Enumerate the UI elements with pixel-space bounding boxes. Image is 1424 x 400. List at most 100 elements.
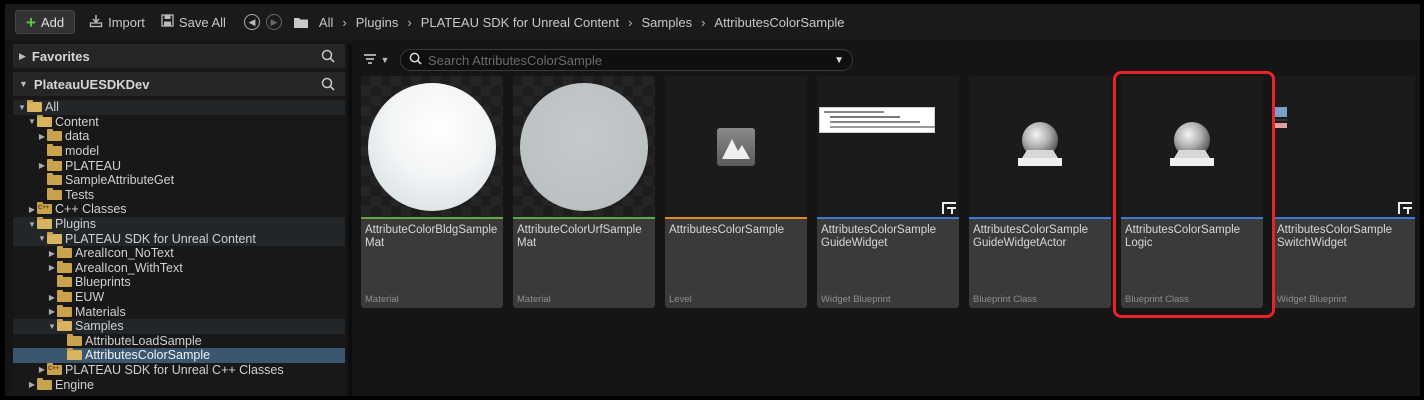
cpp-folder-icon	[47, 362, 62, 375]
tree-item[interactable]: Tests	[13, 187, 345, 203]
tree-item[interactable]: ▼ All	[13, 100, 345, 115]
breadcrumb-item[interactable]: All	[313, 15, 339, 30]
folder-icon	[67, 333, 82, 346]
asset-tile[interactable]: AttributeColorUrfSample Mat Material	[513, 76, 655, 308]
chevron-down-icon[interactable]: ▼	[47, 322, 57, 331]
chevron-right-icon[interactable]: ▶	[47, 293, 57, 302]
chevron-right-icon[interactable]: ›	[339, 15, 349, 30]
tree-item[interactable]: ▼ Samples	[13, 318, 345, 334]
chevron-right-icon[interactable]: ›	[698, 15, 708, 30]
asset-type-strip	[361, 217, 503, 219]
back-arrow-icon[interactable]: ◀	[243, 14, 260, 30]
folder-icon	[47, 187, 62, 200]
asset-tile[interactable]: AttributesColorSample Level	[665, 76, 807, 308]
chevron-down-icon[interactable]: ▼	[17, 103, 27, 112]
folder-icon	[37, 114, 52, 127]
chevron-right-icon[interactable]: ▶	[27, 205, 37, 214]
widget-blueprint-icon	[1398, 202, 1412, 214]
save-all-button[interactable]: Save All	[153, 10, 234, 34]
asset-tile[interactable]: AttributesColorSample GuideWidget Widget …	[817, 76, 959, 308]
asset-type: Material	[365, 294, 399, 305]
asset-type: Level	[669, 294, 692, 305]
tree-item[interactable]: ▶ ArealIcon_NoText	[13, 246, 345, 261]
asset-name: AttributeColorUrfSample Mat	[517, 224, 642, 249]
tree-item[interactable]: ▶ EUW	[13, 290, 345, 305]
chevron-down-icon[interactable]: ▼	[27, 220, 37, 229]
chevron-right-icon[interactable]: ▶	[47, 263, 57, 272]
forward-arrow-icon[interactable]: ▶	[265, 14, 282, 30]
folder-icon	[293, 16, 309, 29]
tree-item-label: AttributeLoadSample	[85, 333, 202, 348]
tree-item-label: model	[65, 144, 100, 159]
chevron-right-icon[interactable]: ▶	[37, 161, 47, 170]
chevron-right-icon[interactable]: ▶	[37, 365, 47, 374]
asset-type: Material	[517, 294, 551, 305]
breadcrumb-item[interactable]: Samples	[635, 15, 698, 30]
asset-type-strip	[817, 217, 959, 219]
tree-item[interactable]: ▶ PLATEAU SDK for Unreal C++ Classes	[13, 362, 345, 378]
tree-item[interactable]: ▶ ArealIcon_WithText	[13, 260, 345, 276]
level-icon	[717, 128, 755, 166]
chevron-right-icon[interactable]: ▶	[47, 307, 57, 316]
tree-item[interactable]: ▶ Engine	[13, 377, 345, 392]
project-label: PlateauUESDKDev	[33, 76, 150, 92]
tree-item[interactable]: ▼ Plugins	[13, 216, 345, 232]
asset-tile[interactable]: AttributesColorSample SwitchWidget Widget…	[1273, 76, 1415, 308]
tree-item[interactable]: ▶ data	[13, 129, 345, 144]
sources-panel: ▶ Favorites ▼ PlateauUESDKDev ▼ All ▼ Conte…	[13, 44, 345, 396]
content-browser: + Add Import Save All ◀ ▶ All › Plugins …	[5, 4, 1420, 396]
tree-item[interactable]: SampleAttributeGet	[13, 173, 345, 188]
import-button[interactable]: Import	[81, 10, 153, 34]
tree-item[interactable]: ▼ PLATEAU SDK for Unreal Content	[13, 231, 345, 246]
favorites-header[interactable]: ▶ Favorites	[13, 44, 345, 68]
chevron-down-icon[interactable]: ▼	[37, 234, 47, 243]
asset-name: AttributesColorSample SwitchWidget	[1277, 224, 1393, 249]
asset-tile[interactable]: AttributeColorBldgSample Mat Material	[361, 76, 503, 308]
search-box[interactable]: ▼	[400, 49, 853, 71]
asset-type: Widget Blueprint	[821, 294, 891, 305]
tree-item[interactable]: Blueprints	[13, 275, 345, 290]
chevron-right-icon[interactable]: ▶	[37, 132, 47, 141]
tree-item[interactable]: AttributesColorSample	[13, 348, 345, 363]
tree-item[interactable]: ▶ C++ Classes	[13, 202, 345, 217]
tree-item[interactable]: ▼ Content	[13, 114, 345, 130]
chevron-right-icon[interactable]: ▶	[47, 249, 57, 258]
search-icon[interactable]	[321, 49, 335, 66]
blueprint-class-icon	[1170, 122, 1214, 166]
asset-thumbnail	[361, 76, 503, 218]
chevron-down-icon[interactable]: ▼	[27, 117, 37, 126]
search-icon	[409, 52, 422, 68]
tree-item-label: data	[65, 129, 90, 144]
tree-item[interactable]: AttributeLoadSample	[13, 333, 345, 349]
asset-type: Blueprint Class	[973, 294, 1037, 305]
chevron-right-icon[interactable]: ›	[404, 15, 414, 30]
chevron-right-icon[interactable]: ›	[625, 15, 635, 30]
tree-item-label: Materials	[75, 304, 126, 319]
cpp-folder-icon	[37, 202, 52, 215]
search-icon[interactable]	[321, 77, 335, 94]
tree-item[interactable]: model	[13, 144, 345, 159]
folder-icon	[47, 129, 62, 142]
search-input[interactable]	[428, 52, 835, 68]
asset-type-strip	[1273, 217, 1415, 219]
breadcrumb-item[interactable]: AttributesColorSample	[708, 15, 850, 30]
chevron-right-icon[interactable]: ▶	[27, 380, 37, 389]
tree-item[interactable]: ▶ PLATEAU	[13, 158, 345, 173]
asset-tile[interactable]: AttributesColorSample GuideWidgetActor Bl…	[969, 76, 1111, 308]
screenshot-frame: + Add Import Save All ◀ ▶ All › Plugins …	[0, 0, 1424, 400]
chevron-down-icon[interactable]: ▼	[834, 55, 844, 66]
folder-icon	[47, 158, 62, 171]
folder-icon	[57, 319, 72, 332]
filter-button[interactable]: ▼	[358, 49, 394, 71]
tree-item[interactable]: ▶ Materials	[13, 304, 345, 319]
asset-name: AttributesColorSample GuideWidgetActor	[973, 224, 1089, 249]
asset-thumbnail	[513, 76, 655, 218]
asset-name: AttributesColorSample Logic	[1125, 224, 1241, 249]
breadcrumb-item[interactable]: PLATEAU SDK for Unreal Content	[415, 15, 625, 30]
project-header[interactable]: ▼ PlateauUESDKDev	[13, 72, 345, 96]
panel-splitter[interactable]	[348, 44, 352, 396]
asset-tile[interactable]: AttributesColorSample Logic Blueprint Cla…	[1121, 76, 1263, 308]
breadcrumb-item[interactable]: Plugins	[350, 15, 405, 30]
tree-item-label: All	[45, 100, 59, 115]
add-button[interactable]: + Add	[15, 10, 76, 34]
